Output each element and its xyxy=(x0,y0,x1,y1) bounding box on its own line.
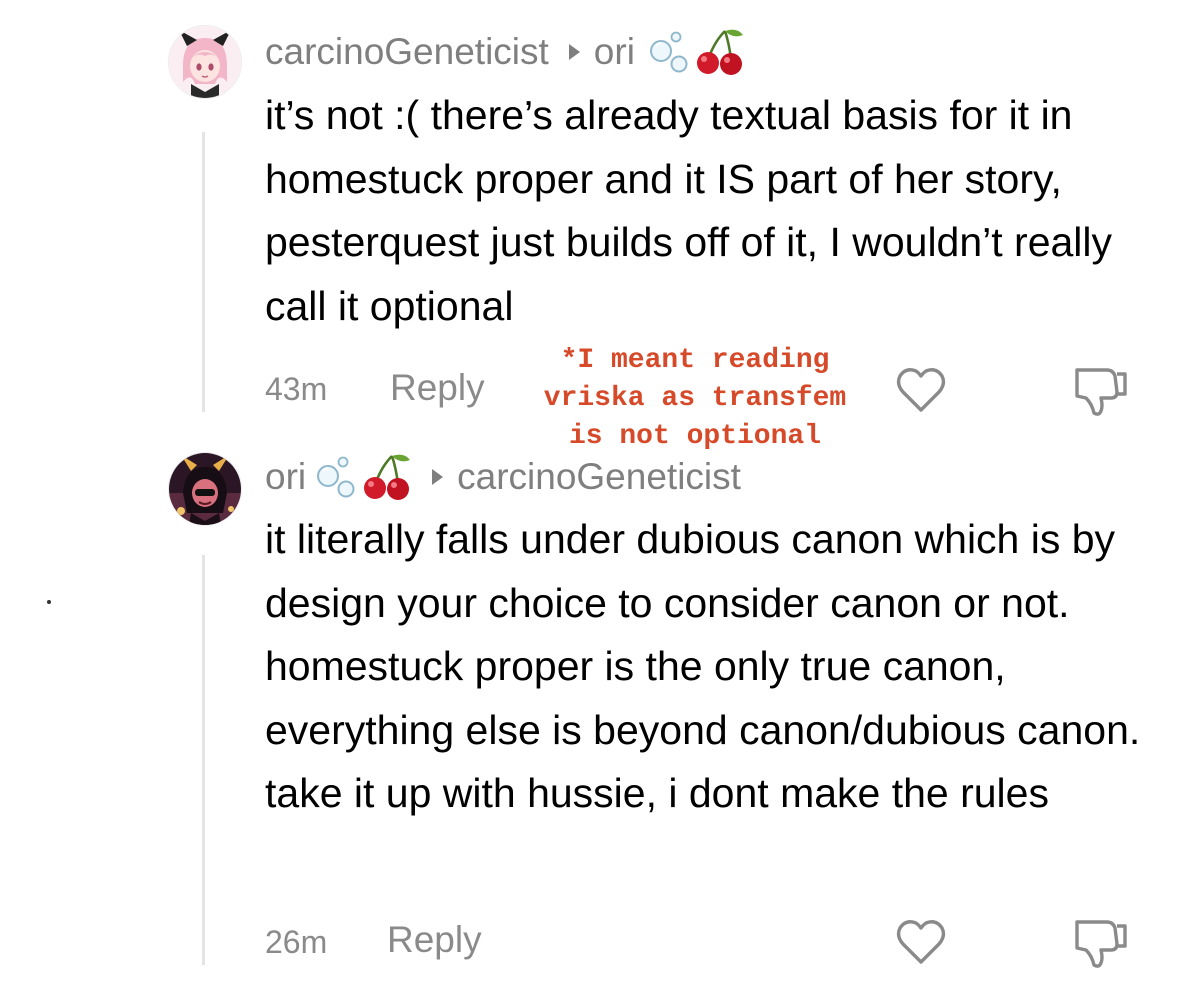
avatar-ori[interactable] xyxy=(168,452,242,526)
comment-header: ori carcinoGeneticist xyxy=(265,452,741,502)
reply-arrow-icon xyxy=(568,44,580,60)
reply-button[interactable]: Reply xyxy=(387,919,482,961)
heart-outline-icon[interactable] xyxy=(895,918,947,966)
reply-to-name[interactable]: carcinoGeneticist xyxy=(457,456,741,498)
cherries-icon xyxy=(696,29,743,75)
stray-dot xyxy=(47,600,51,604)
avatar-carcinogeneticist[interactable] xyxy=(168,25,242,99)
thumbs-down-icon[interactable] xyxy=(1073,916,1129,970)
author-name[interactable]: ori xyxy=(265,456,306,498)
annotation-note: *I meant reading vriska as transfem is n… xyxy=(505,342,885,456)
comment-timestamp: 43m xyxy=(265,371,328,407)
thread-line xyxy=(202,555,205,965)
comment-text: it literally falls under dubious canon w… xyxy=(265,516,1141,816)
bubbles-icon xyxy=(649,31,688,73)
cherries-icon xyxy=(364,454,411,500)
heart-outline-icon[interactable] xyxy=(895,366,947,414)
annotation-line: vriska as transfem xyxy=(543,383,847,414)
bubbles-icon xyxy=(317,456,355,498)
author-name[interactable]: carcinoGeneticist xyxy=(265,31,549,73)
reply-button[interactable]: Reply xyxy=(390,367,485,409)
reply-arrow-icon xyxy=(432,469,444,485)
comment-header: carcinoGeneticist ori xyxy=(265,28,745,76)
thumbs-down-icon[interactable] xyxy=(1073,364,1129,418)
reply-to-name[interactable]: ori xyxy=(594,31,635,73)
annotation-line: is not optional xyxy=(568,421,822,452)
annotation-line: *I meant reading xyxy=(560,345,830,376)
comment-timestamp: 26m xyxy=(265,924,328,960)
comment-text: it’s not :( there’s already textual basi… xyxy=(265,92,1113,329)
thread-line xyxy=(202,132,205,412)
